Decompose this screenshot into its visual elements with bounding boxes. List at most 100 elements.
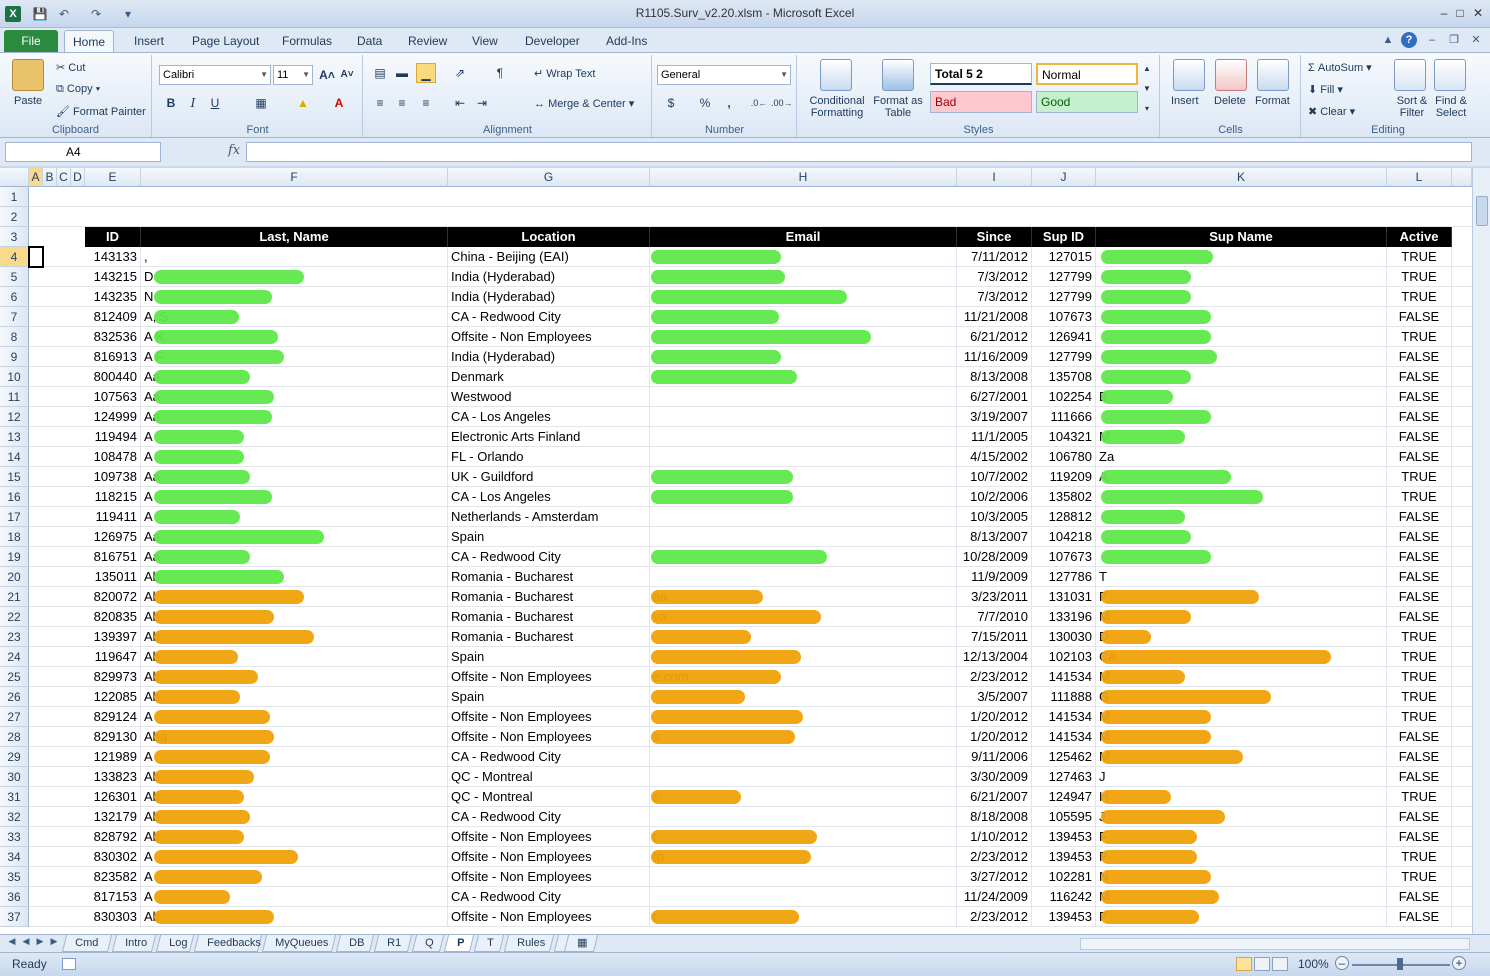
cell-id[interactable]: 126975 <box>85 527 141 547</box>
align-top-icon[interactable]: ▤ <box>370 63 390 83</box>
fill-button[interactable]: ⬇ Fill ▾ <box>1308 83 1343 96</box>
font-name-select[interactable]: Calibri ▼ <box>159 65 271 85</box>
tab-developer[interactable]: Developer <box>517 30 588 52</box>
tab-add-ins[interactable]: Add-Ins <box>598 30 655 52</box>
cell-id[interactable]: 817153 <box>85 887 141 907</box>
cell-loc[interactable]: Westwood <box>448 387 650 407</box>
increase-decimal-icon[interactable]: .0← <box>749 93 769 113</box>
cell-id[interactable]: 119647 <box>85 647 141 667</box>
row-header[interactable]: 16 <box>0 487 29 507</box>
zoom-out-icon[interactable]: – <box>1335 956 1349 970</box>
header-since[interactable]: Since <box>957 227 1032 247</box>
cell-loc[interactable]: Romania - Bucharest <box>448 627 650 647</box>
header-sup-id[interactable]: Sup ID <box>1032 227 1096 247</box>
cell-id[interactable]: 121989 <box>85 747 141 767</box>
cell-active[interactable]: TRUE <box>1387 287 1452 307</box>
comma-button[interactable]: , <box>719 93 739 113</box>
italic-button[interactable]: I <box>183 93 203 113</box>
header-location[interactable]: Location <box>448 227 650 247</box>
column-header[interactable]: C <box>57 168 71 187</box>
cell-loc[interactable]: CA - Redwood City <box>448 547 650 567</box>
cell-active[interactable]: FALSE <box>1387 807 1452 827</box>
cell-sup[interactable]: 119209 <box>1032 467 1096 487</box>
cell-sup[interactable]: 104321 <box>1032 427 1096 447</box>
cell-id[interactable]: 108478 <box>85 447 141 467</box>
cell-sup[interactable]: 127799 <box>1032 267 1096 287</box>
cell-since[interactable]: 2/23/2012 <box>957 907 1032 927</box>
cell-since[interactable]: 1/10/2012 <box>957 827 1032 847</box>
delete-button[interactable]: Delete <box>1214 95 1246 107</box>
row-header[interactable]: 17 <box>0 507 29 527</box>
header-active[interactable]: Active <box>1387 227 1452 247</box>
wrap-text-button[interactable]: ↵ Wrap Text <box>534 67 595 80</box>
cell-id[interactable]: 124999 <box>85 407 141 427</box>
row-header[interactable]: 20 <box>0 567 29 587</box>
shrink-font-button[interactable]: A˅ <box>337 65 357 85</box>
cell-loc[interactable]: Offsite - Non Employees <box>448 667 650 687</box>
align-bottom-icon[interactable]: ▁ <box>416 63 436 83</box>
cell-sup[interactable]: 102281 <box>1032 867 1096 887</box>
cell-id[interactable]: 143235 <box>85 287 141 307</box>
sheet-tab-r1[interactable]: R1 <box>373 935 413 952</box>
cell-active[interactable]: FALSE <box>1387 887 1452 907</box>
row-header[interactable]: 10 <box>0 367 29 387</box>
cell-supname[interactable]: Za <box>1096 447 1387 467</box>
cell-id[interactable]: 126301 <box>85 787 141 807</box>
cell-active[interactable]: FALSE <box>1387 587 1452 607</box>
cell-loc[interactable]: CA - Los Angeles <box>448 487 650 507</box>
cell-sup[interactable]: 111666 <box>1032 407 1096 427</box>
cell-loc[interactable]: Romania - Bucharest <box>448 567 650 587</box>
row-header[interactable]: 22 <box>0 607 29 627</box>
column-header[interactable]: G <box>448 168 650 187</box>
row-header[interactable]: 34 <box>0 847 29 867</box>
row-header[interactable]: 30 <box>0 767 29 787</box>
worksheet-grid[interactable]: A B C D E F G H I J K L 1 2 3 ID Last, N… <box>0 168 1472 934</box>
cell-sup[interactable]: 127015 <box>1032 247 1096 267</box>
cell-id[interactable]: 812409 <box>85 307 141 327</box>
row-header[interactable]: 23 <box>0 627 29 647</box>
workbook-restore-icon[interactable]: ❐ <box>1446 32 1462 48</box>
cell-email[interactable] <box>650 567 957 587</box>
cell-id[interactable]: 143133 <box>85 247 141 267</box>
paste-icon[interactable] <box>12 59 44 91</box>
workbook-minimize-icon[interactable]: – <box>1424 32 1440 48</box>
orientation-icon[interactable]: ⇗ <box>450 63 470 83</box>
row-header[interactable]: 19 <box>0 547 29 567</box>
cell-active[interactable]: FALSE <box>1387 907 1452 927</box>
cell-loc[interactable]: India (Hyderabad) <box>448 267 650 287</box>
cell-id[interactable]: 800440 <box>85 367 141 387</box>
cell-active[interactable]: TRUE <box>1387 867 1452 887</box>
column-header[interactable]: J <box>1032 168 1096 187</box>
cell-sup[interactable]: 128812 <box>1032 507 1096 527</box>
cell-loc[interactable]: Offsite - Non Employees <box>448 727 650 747</box>
tab-formulas[interactable]: Formulas <box>274 30 340 52</box>
cell-sup[interactable]: 104218 <box>1032 527 1096 547</box>
cell-active[interactable]: FALSE <box>1387 567 1452 587</box>
cell-active[interactable]: TRUE <box>1387 787 1452 807</box>
cell-sup[interactable]: 127799 <box>1032 287 1096 307</box>
cell-loc[interactable]: Electronic Arts Finland <box>448 427 650 447</box>
row-header[interactable]: 31 <box>0 787 29 807</box>
maximize-icon[interactable]: □ <box>1452 5 1468 21</box>
align-left-icon[interactable]: ≡ <box>370 93 390 113</box>
clear-button[interactable]: ✖ Clear ▾ <box>1308 105 1355 118</box>
cell-sup[interactable]: 125462 <box>1032 747 1096 767</box>
name-box[interactable]: A4 <box>5 142 161 162</box>
cell-active[interactable]: TRUE <box>1387 707 1452 727</box>
conditional-formatting-button[interactable]: Conditional Formatting <box>804 95 870 119</box>
format-button[interactable]: Format <box>1255 95 1290 107</box>
cell-supname[interactable]: J <box>1096 767 1387 787</box>
cell-sup[interactable]: 111888 <box>1032 687 1096 707</box>
row-header[interactable]: 2 <box>0 207 29 227</box>
tab-data[interactable]: Data <box>349 30 390 52</box>
cell-email[interactable] <box>650 807 957 827</box>
cell-id[interactable]: 816913 <box>85 347 141 367</box>
align-center-icon[interactable]: ≡ <box>392 93 412 113</box>
column-header[interactable]: F <box>141 168 448 187</box>
cell-since[interactable]: 8/13/2008 <box>957 367 1032 387</box>
merge-center-button[interactable]: ↔ Merge & Center ▾ <box>534 97 634 110</box>
styles-scroll-up-icon[interactable]: ▲ <box>1140 59 1154 79</box>
cell-since[interactable]: 3/27/2012 <box>957 867 1032 887</box>
page-layout-view-icon[interactable] <box>1254 957 1270 971</box>
cell-loc[interactable]: Offsite - Non Employees <box>448 907 650 927</box>
